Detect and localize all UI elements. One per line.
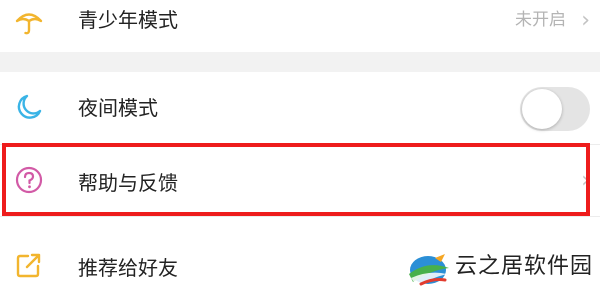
chevron-right-icon: › [581,8,590,33]
teen-mode-status: 未开启 [515,10,566,30]
settings-item-label: 青少年模式 [78,8,178,32]
toggle-knob [522,89,562,129]
settings-item-teen-mode[interactable]: 青少年模式 未开启 › [0,0,600,52]
settings-item-label: 夜间模式 [78,96,158,120]
watermark-logo-icon [409,254,449,286]
highlight-box [2,143,590,216]
umbrella-icon [15,13,43,35]
watermark: 云之居软件园 [405,248,600,292]
section-gap [0,52,600,72]
night-mode-toggle[interactable] [520,87,590,131]
share-icon [16,253,41,278]
moon-icon [17,94,42,119]
watermark-text: 云之居软件园 [455,254,594,279]
settings-item-night-mode: 夜间模式 [0,72,600,144]
divider [0,216,600,217]
settings-item-label: 推荐给好友 [78,256,178,280]
